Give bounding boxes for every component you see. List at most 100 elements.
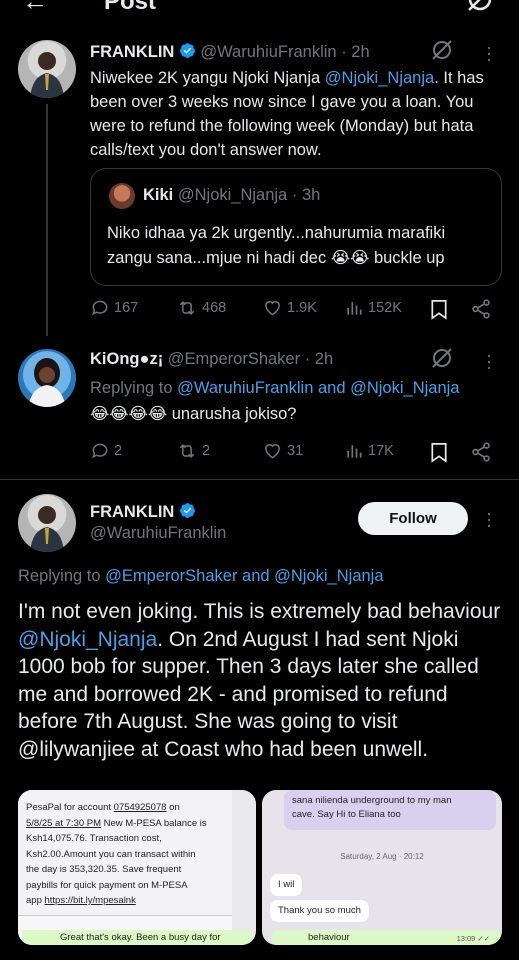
reply-button[interactable]: 2 bbox=[90, 441, 122, 461]
emoji-text: 😂😂😂😂 bbox=[90, 405, 168, 423]
follow-button[interactable]: Follow bbox=[358, 502, 468, 535]
separator: · bbox=[304, 350, 311, 368]
action-bar: 167 468 1.9K 152K bbox=[90, 298, 502, 322]
chat-bubble-sent: behaviour 13:09 ✓✓ bbox=[272, 930, 500, 945]
avatar[interactable] bbox=[18, 494, 76, 552]
repost-icon bbox=[179, 444, 195, 458]
chat-text: cave. Say Hi to Eliana too bbox=[292, 809, 401, 820]
share-icon[interactable] bbox=[470, 441, 492, 463]
person-silhouette-icon bbox=[30, 52, 64, 98]
like-count: 1.9K bbox=[287, 300, 317, 316]
mention-link[interactable]: @Njoki_Njanja bbox=[18, 628, 157, 651]
views-count: 152K bbox=[368, 300, 402, 316]
heart-icon bbox=[265, 301, 280, 316]
avatar[interactable] bbox=[18, 349, 76, 407]
chat-bubble-received: I wil bbox=[270, 874, 303, 896]
tweet-text: 😂😂😂😂 unarusha jokiso? bbox=[90, 402, 500, 426]
tweet-text-part: Niwekee 2K yangu Njoki Njanja bbox=[90, 69, 325, 87]
replying-to-label: Replying to bbox=[90, 379, 178, 397]
views-button[interactable]: 17K bbox=[344, 441, 394, 461]
share-icon[interactable] bbox=[470, 298, 492, 320]
sms-phone: 0754925078 bbox=[113, 802, 167, 813]
sms-date: 5/8/25 bbox=[26, 817, 53, 829]
chat-bubble-received: Thank you so much bbox=[270, 900, 369, 922]
bookmark-icon[interactable] bbox=[430, 299, 448, 320]
person-silhouette-icon bbox=[30, 506, 64, 552]
display-name[interactable]: FRANKLIN bbox=[90, 43, 174, 61]
main-header: FRANKLIN bbox=[90, 502, 200, 522]
tweet-text-part: unarusha jokiso? bbox=[167, 405, 297, 423]
main-post-text: I'm not even joking. This is extremely b… bbox=[18, 598, 508, 763]
avatar[interactable] bbox=[18, 40, 76, 98]
views-chart-icon bbox=[347, 302, 362, 315]
like-count: 31 bbox=[287, 443, 304, 459]
repost-count: 468 bbox=[202, 300, 227, 316]
display-name[interactable]: KiOng●z¡ bbox=[90, 350, 163, 368]
sms-message: PesaPal for account 0754925078 on 5/8/25… bbox=[18, 790, 232, 915]
reply-icon bbox=[92, 300, 108, 316]
like-button[interactable]: 1.9K bbox=[262, 298, 317, 318]
mention-link[interactable]: @EmperorShaker and @Njoki_Njanja bbox=[105, 567, 383, 585]
verified-badge-icon bbox=[180, 503, 196, 518]
replying-to: Replying to @WaruhiuFranklin and @Njoki_… bbox=[90, 376, 500, 400]
timestamp[interactable]: 2h bbox=[315, 350, 333, 368]
thread-line bbox=[46, 104, 48, 336]
like-button[interactable]: 31 bbox=[262, 441, 303, 461]
person-silhouette-icon bbox=[28, 358, 66, 407]
handle[interactable]: @WaruhiuFranklin bbox=[200, 43, 336, 61]
tweet-text: Niwekee 2K yangu Njoki Njanja @Njoki_Nja… bbox=[90, 66, 500, 162]
verified-badge-icon bbox=[180, 43, 196, 58]
bookmark-icon[interactable] bbox=[430, 442, 448, 463]
repost-button[interactable]: 2 bbox=[176, 441, 210, 461]
replying-to: Replying to @EmperorShaker and @Njoki_Nj… bbox=[18, 567, 384, 586]
reply-icon bbox=[92, 443, 108, 459]
mention-link[interactable]: @WaruhiuFranklin and @Njoki_Njanja bbox=[177, 379, 459, 397]
replying-to-label: Replying to bbox=[18, 567, 106, 585]
reply-count: 2 bbox=[114, 443, 123, 459]
main-handle-row: @WaruhiuFranklin bbox=[90, 524, 226, 543]
chat-time: 13:09 ✓✓ bbox=[456, 934, 490, 943]
reply-button[interactable]: 167 bbox=[90, 298, 138, 318]
grok-icon[interactable] bbox=[430, 346, 454, 370]
more-options-icon[interactable]: · · · bbox=[486, 38, 492, 68]
more-options-icon[interactable]: · · · bbox=[486, 346, 492, 376]
views-button[interactable]: 152K bbox=[344, 298, 402, 318]
chat-bubble-sent: sana nilienda underground to my man cave… bbox=[284, 790, 496, 830]
tweet-header: KiOng●z¡ @EmperorShaker · 2h bbox=[90, 350, 333, 369]
quote-avatar[interactable] bbox=[109, 183, 135, 209]
sms-line: the day is 353,320.35. Save frequent bbox=[26, 864, 182, 875]
post-text-part: I'm not even joking. This is extremely b… bbox=[18, 600, 501, 623]
timestamp[interactable]: 2h bbox=[351, 43, 369, 61]
quoted-tweet[interactable]: Kiki @Njoki_Njanja · 3h Niko idhaa ya 2k… bbox=[90, 168, 502, 286]
mention-link[interactable]: @Njoki_Njanja bbox=[325, 69, 434, 87]
repost-button[interactable]: 468 bbox=[176, 298, 226, 318]
sms-line: 5/8/25 at 7:30 PM New M-PESA balance is bbox=[26, 816, 232, 832]
divider bbox=[0, 479, 519, 480]
sms-link: https://bit.ly/mpesalnk bbox=[44, 895, 136, 906]
quote-text: Niko idhaa ya 2k urgently...nahurumia ma… bbox=[107, 224, 446, 267]
sms-line: app https://bit.ly/mpesalnk bbox=[26, 893, 232, 909]
display-name[interactable]: FRANKLIN bbox=[90, 503, 174, 521]
sms-text: on bbox=[166, 802, 180, 813]
views-count: 17K bbox=[368, 443, 394, 459]
reply-count: 167 bbox=[114, 300, 139, 316]
media-image-chat[interactable]: sana nilienda underground to my man cave… bbox=[262, 790, 502, 945]
handle[interactable]: @WaruhiuFranklin bbox=[90, 524, 226, 542]
sms-line: Ksh14,075.76. Transaction cost, bbox=[26, 833, 162, 844]
sms-line: Ksh2.00.Amount you can transact within bbox=[26, 848, 196, 860]
handle[interactable]: @EmperorShaker bbox=[168, 350, 300, 368]
repost-icon bbox=[179, 301, 195, 315]
media-image-sms[interactable]: PesaPal for account 0754925078 on 5/8/25… bbox=[18, 790, 256, 945]
repost-count: 2 bbox=[202, 443, 211, 459]
separator: · bbox=[291, 186, 298, 204]
sms-line: paybills for quick payment on M-PESA bbox=[26, 879, 188, 891]
more-options-icon[interactable]: · · · bbox=[486, 504, 492, 534]
sms-line: PesaPal for account 0754925078 on bbox=[26, 800, 232, 816]
quote-display-name: Kiki bbox=[143, 186, 174, 204]
tweet-franklin-original[interactable]: FRANKLIN @WaruhiuFranklin · 2h · · · Niweke… bbox=[0, 0, 519, 336]
sms-text: New M-PESA balance is bbox=[101, 817, 207, 829]
quote-timestamp: 3h bbox=[301, 186, 321, 204]
grok-icon[interactable] bbox=[430, 38, 454, 62]
sms-text: app bbox=[26, 895, 45, 906]
chat-bubble: Great that's okay. Been a busy day for bbox=[22, 930, 252, 945]
